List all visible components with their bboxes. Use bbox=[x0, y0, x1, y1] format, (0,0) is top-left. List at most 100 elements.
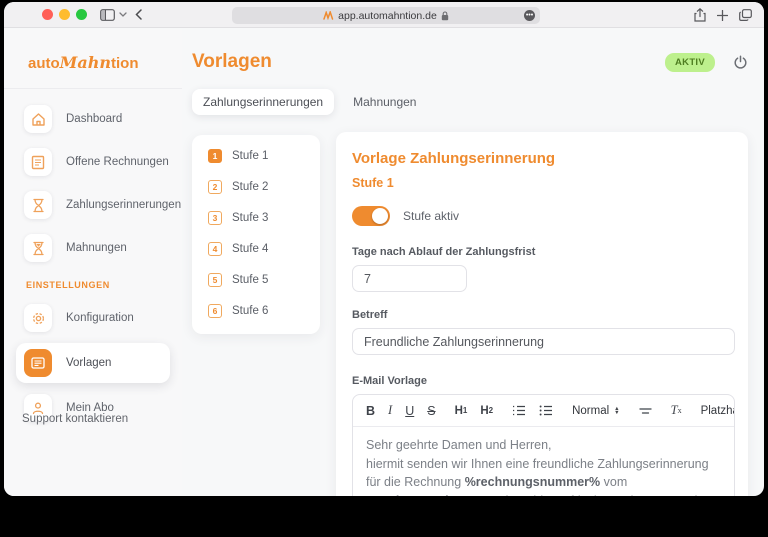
sidebar-item-offene-rechnungen[interactable]: Offene Rechnungen bbox=[4, 144, 182, 180]
paragraph-style-value: Normal bbox=[572, 405, 609, 417]
logo-part-3: tion bbox=[111, 55, 139, 72]
stufe-item-1[interactable]: 1 Stufe 1 bbox=[208, 149, 320, 163]
stufe-item-2[interactable]: 2 Stufe 2 bbox=[208, 180, 320, 194]
logo-part-1: auto bbox=[28, 55, 60, 72]
bullet-list-icon[interactable] bbox=[539, 405, 553, 416]
panel-subtitle: Stufe 1 bbox=[352, 176, 735, 190]
ordered-list-icon[interactable] bbox=[512, 405, 526, 416]
stufen-list: 1 Stufe 1 2 Stufe 2 3 Stufe 3 4 Stufe 4 … bbox=[192, 135, 320, 334]
hourglass-icon bbox=[24, 234, 52, 262]
platzhalter-value: Platzhalter bbox=[701, 405, 735, 417]
platzhalter-select[interactable]: Platzhalter ▲▼ bbox=[701, 405, 735, 417]
share-icon[interactable] bbox=[694, 8, 706, 22]
toggle-label: Stufe aktiv bbox=[403, 209, 459, 223]
status-badge: AKTIV bbox=[665, 53, 715, 72]
editor-toolbar: B I U S H1 H2 Normal bbox=[353, 395, 734, 427]
email-editor: B I U S H1 H2 Normal bbox=[352, 394, 735, 496]
stufe-number-badge: 2 bbox=[208, 180, 222, 194]
sidebar-item-label: Vorlagen bbox=[66, 357, 111, 369]
placeholder-rechnungsdatum: %rechnungsdatum% bbox=[366, 494, 490, 497]
clear-letter: T bbox=[671, 403, 678, 418]
tab-zahlungserinnerungen[interactable]: Zahlungserinnerungen bbox=[192, 89, 334, 115]
stufe-label: Stufe 2 bbox=[232, 181, 268, 193]
toggle-knob bbox=[372, 208, 388, 224]
panel-title: Vorlage Zahlungserinnerung bbox=[352, 150, 735, 167]
minimize-window-button[interactable] bbox=[59, 9, 70, 20]
sidebar-item-label: Mahnungen bbox=[66, 242, 127, 254]
paragraph-style-select[interactable]: Normal ▲▼ bbox=[572, 405, 620, 417]
logo-part-2: Mahn bbox=[60, 53, 111, 72]
address-bar[interactable]: app.automahntion.de ••• bbox=[232, 7, 540, 24]
main-area: Vorlagen AKTIV Zahlungserinnerungen Mahn… bbox=[182, 29, 764, 496]
email-body[interactable]: Sehr geehrte Damen und Herren, hiermit s… bbox=[353, 427, 734, 496]
stufe-label: Stufe 6 bbox=[232, 305, 268, 317]
new-tab-icon[interactable] bbox=[717, 10, 728, 21]
sidebar-item-label: Offene Rechnungen bbox=[66, 156, 169, 168]
email-paragraph: Sehr geehrte Damen und Herren, hiermit s… bbox=[366, 436, 721, 496]
browser-window: app.automahntion.de ••• autoMahntion bbox=[4, 2, 764, 496]
stufe-number-badge: 3 bbox=[208, 211, 222, 225]
address-more-icon[interactable]: ••• bbox=[524, 10, 535, 21]
heading2-button[interactable]: H2 bbox=[480, 405, 493, 417]
app-logo: autoMahntion bbox=[28, 53, 182, 72]
close-window-button[interactable] bbox=[42, 9, 53, 20]
sidebar: autoMahntion Dashboard Offene Rechnungen bbox=[4, 29, 182, 496]
sidebar-divider bbox=[4, 88, 182, 89]
sidebar-item-label: Konfiguration bbox=[66, 312, 134, 324]
stufe-aktiv-toggle[interactable] bbox=[352, 206, 390, 226]
stufe-label: Stufe 5 bbox=[232, 274, 268, 286]
clear-sub: x bbox=[678, 406, 682, 415]
sidebar-item-label: Zahlungserinnerungen bbox=[66, 199, 181, 211]
lock-icon bbox=[441, 11, 449, 21]
betreff-input[interactable] bbox=[352, 328, 735, 355]
email-body-text: vom bbox=[600, 475, 627, 489]
browser-actions bbox=[694, 2, 752, 28]
tage-input[interactable] bbox=[352, 265, 467, 292]
stufe-label: Stufe 3 bbox=[232, 212, 268, 224]
sidebar-item-label: Dashboard bbox=[66, 113, 122, 125]
strikethrough-button[interactable]: S bbox=[427, 404, 435, 418]
browser-toolbar: app.automahntion.de ••• bbox=[4, 2, 764, 28]
power-icon[interactable] bbox=[733, 55, 748, 70]
sidebar-item-dashboard[interactable]: Dashboard bbox=[4, 101, 182, 137]
align-icon[interactable] bbox=[639, 407, 652, 415]
fullscreen-window-button[interactable] bbox=[76, 9, 87, 20]
stufe-item-3[interactable]: 3 Stufe 3 bbox=[208, 211, 320, 225]
bold-button[interactable]: B bbox=[366, 404, 375, 418]
sidebar-item-zahlungserinnerungen[interactable]: Zahlungserinnerungen bbox=[4, 187, 182, 223]
support-link[interactable]: Support kontaktieren bbox=[22, 413, 128, 425]
underline-button[interactable]: U bbox=[405, 404, 414, 418]
heading2-letter: H bbox=[480, 405, 488, 417]
chevron-down-icon[interactable] bbox=[119, 12, 127, 17]
heading2-sub: 2 bbox=[489, 406, 493, 415]
stufe-item-5[interactable]: 5 Stufe 5 bbox=[208, 273, 320, 287]
field-label-betreff: Betreff bbox=[352, 309, 735, 321]
invoice-icon bbox=[24, 148, 52, 176]
stufe-item-4[interactable]: 4 Stufe 4 bbox=[208, 242, 320, 256]
clear-formatting-button[interactable]: Tx bbox=[671, 403, 682, 418]
heading1-letter: H bbox=[455, 405, 463, 417]
home-icon bbox=[24, 105, 52, 133]
sidebar-section-einstellungen: EINSTELLUNGEN bbox=[26, 280, 182, 290]
gear-icon bbox=[24, 304, 52, 332]
sidebar-item-vorlagen[interactable]: Vorlagen bbox=[16, 343, 170, 383]
stufe-number-badge: 5 bbox=[208, 273, 222, 287]
heading1-sub: 1 bbox=[463, 406, 467, 415]
placeholder-rechnungsnummer: %rechnungsnummer% bbox=[465, 475, 600, 489]
browser-sidebar-icon[interactable] bbox=[100, 9, 115, 21]
header-actions: AKTIV bbox=[665, 53, 748, 72]
tab-mahnungen[interactable]: Mahnungen bbox=[342, 89, 427, 115]
template-icon bbox=[24, 349, 52, 377]
stufe-item-6[interactable]: 6 Stufe 6 bbox=[208, 304, 320, 318]
tab-overview-icon[interactable] bbox=[739, 9, 752, 21]
back-icon[interactable] bbox=[135, 9, 142, 20]
template-editor-panel: Vorlage Zahlungserinnerung Stufe 1 Stufe… bbox=[336, 132, 748, 496]
sidebar-item-mahnungen[interactable]: Mahnungen bbox=[4, 230, 182, 266]
heading1-button[interactable]: H1 bbox=[455, 405, 468, 417]
sidebar-item-konfiguration[interactable]: Konfiguration bbox=[4, 300, 182, 336]
email-greeting: Sehr geehrte Damen und Herren, bbox=[366, 438, 552, 452]
site-favicon-icon bbox=[323, 11, 334, 20]
template-type-tabs: Zahlungserinnerungen Mahnungen bbox=[192, 89, 427, 115]
stufe-number-badge: 4 bbox=[208, 242, 222, 256]
italic-button[interactable]: I bbox=[388, 403, 392, 418]
